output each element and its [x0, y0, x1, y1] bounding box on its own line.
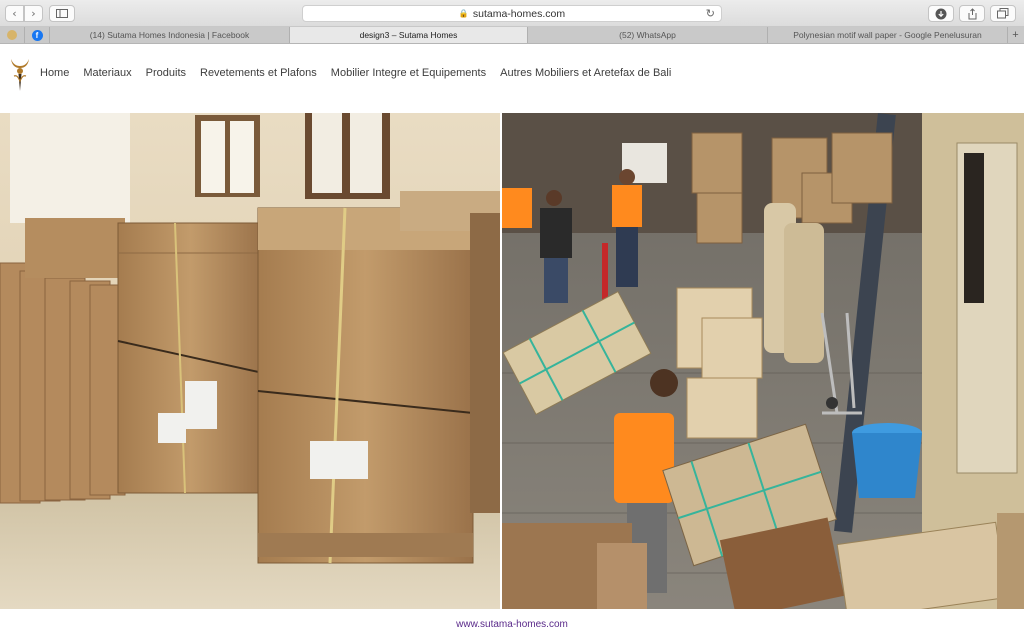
chevron-left-icon: ‹ [12, 7, 17, 20]
pinned-site-icon [7, 30, 17, 40]
pinned-tab-facebook[interactable]: f [25, 27, 50, 43]
tabs-button[interactable] [990, 5, 1016, 22]
footer-website-link[interactable]: www.sutama-homes.com [0, 619, 1024, 630]
menu-home[interactable]: Home [40, 67, 69, 79]
sutama-logo[interactable] [8, 57, 32, 93]
address-bar[interactable]: 🔒 sutama-homes.com ↻ [302, 5, 722, 22]
tab-design3[interactable]: design3 – Sutama Homes [290, 27, 528, 43]
tab-facebook[interactable]: (14) Sutama Homes Indonesia | Facebook [50, 27, 290, 43]
tab-whatsapp[interactable]: (52) WhatsApp [528, 27, 768, 43]
main-menu: Home Materiaux Produits Revetements et P… [40, 67, 685, 79]
new-tab-button[interactable]: + [1008, 27, 1023, 43]
photo-packed-crates [0, 113, 500, 609]
lock-icon: 🔒 [458, 9, 469, 18]
back-button[interactable]: ‹ [5, 5, 24, 22]
browser-toolbar: ‹ › 🔒 sutama-homes.com ↻ [0, 0, 1024, 27]
reload-icon[interactable]: ↻ [706, 7, 715, 20]
menu-produits[interactable]: Produits [146, 67, 186, 79]
sidebar-button[interactable] [49, 5, 75, 22]
url-text: sutama-homes.com [472, 7, 566, 20]
download-icon [935, 8, 947, 19]
share-icon [968, 7, 976, 19]
share-button[interactable] [959, 5, 985, 22]
facebook-icon: f [31, 29, 43, 41]
sidebar-icon [56, 9, 68, 18]
photo-warehouse-workers [502, 113, 1024, 609]
tabs-icon [997, 8, 1009, 19]
chevron-right-icon: › [31, 7, 36, 20]
tab-google[interactable]: Polynesian motif wall paper - Google Pen… [768, 27, 1008, 43]
menu-mobilier-integre[interactable]: Mobilier Integre et Equipements [331, 67, 486, 79]
tab-bar: f (14) Sutama Homes Indonesia | Facebook… [0, 27, 1024, 44]
menu-materiaux[interactable]: Materiaux [83, 67, 131, 79]
menu-autres-mobiliers[interactable]: Autres Mobiliers et Aretefax de Bali [500, 67, 671, 79]
forward-button[interactable]: › [24, 5, 43, 22]
pinned-tab[interactable] [0, 27, 25, 43]
plus-icon: + [1012, 29, 1019, 41]
download-button[interactable] [928, 5, 954, 22]
menu-revetements[interactable]: Revetements et Plafons [200, 67, 317, 79]
